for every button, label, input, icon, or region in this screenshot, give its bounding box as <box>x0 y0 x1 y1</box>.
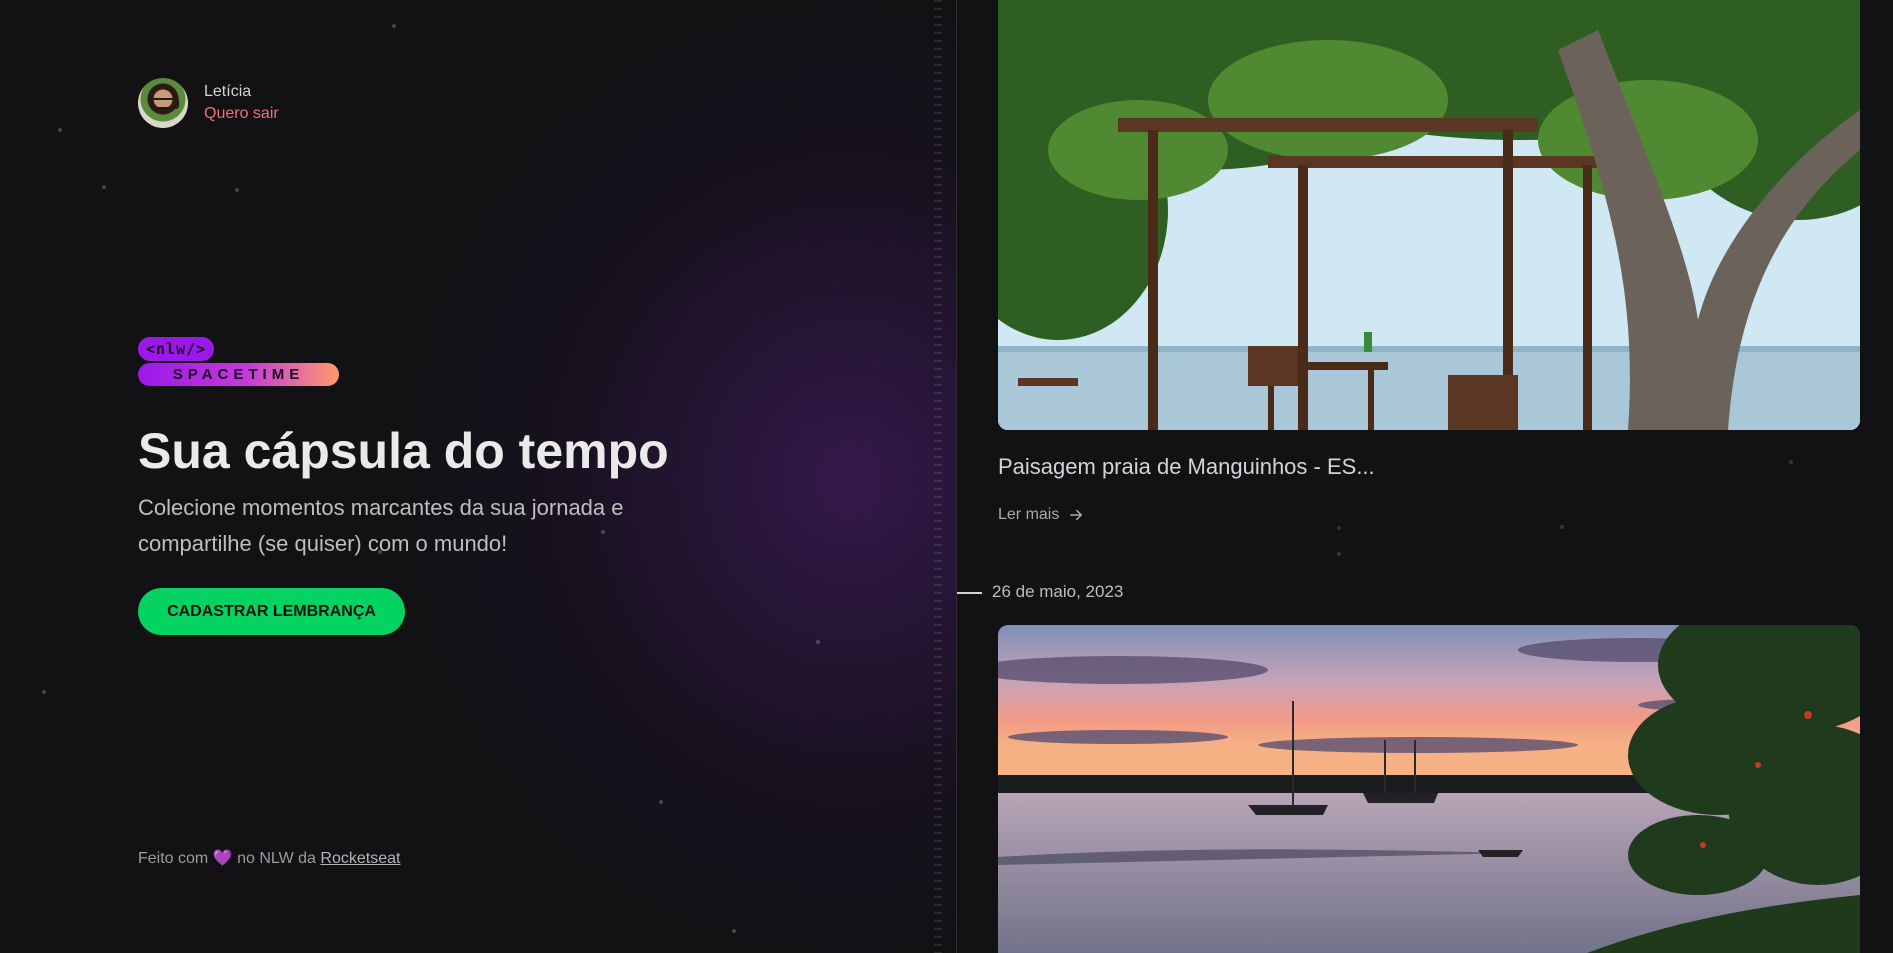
ruler-stripe <box>934 0 942 953</box>
memories-timeline[interactable]: Paisagem praia de Manguinhos - ES... Ler… <box>957 0 1893 953</box>
page-title: Sua cápsula do tempo <box>138 423 669 479</box>
user-name: Letícia <box>204 83 252 100</box>
beach-pergola-photo <box>998 0 1860 430</box>
memory-image-sunset[interactable] <box>998 625 1860 953</box>
user-text: Letícia Quero sair <box>204 83 279 123</box>
logo-wordmark: SPACETIME <box>138 363 339 386</box>
avatar[interactable] <box>138 78 188 128</box>
footer-middle: no NLW da <box>237 850 316 867</box>
sunset-sailboats-photo <box>998 625 1860 953</box>
nlw-spacetime-logo: <nlw/> SPACETIME <box>138 337 339 386</box>
hero-description: Colecione momentos marcantes da sua jorn… <box>138 495 624 556</box>
footer: Feito com 💜 no NLW da Rocketseat <box>138 848 400 868</box>
left-panel: Letícia Quero sair <nlw/> SPACETIME Sua … <box>0 0 957 953</box>
app-root: Letícia Quero sair <nlw/> SPACETIME Sua … <box>0 0 1893 953</box>
read-more-link[interactable]: Ler mais <box>998 506 1085 524</box>
logo-tag: <nlw/> <box>138 337 215 361</box>
logout-link[interactable]: Quero sair <box>204 105 279 123</box>
memory-image-beach[interactable] <box>998 0 1860 430</box>
arrow-right-icon <box>1070 509 1083 521</box>
memory-caption: Paisagem praia de Manguinhos - ES... <box>998 454 1375 479</box>
read-more-label: Ler mais <box>998 506 1060 523</box>
memory-date: 26 de maio, 2023 <box>992 582 1124 601</box>
footer-prefix: Feito com <box>138 850 209 867</box>
rocketseat-link[interactable]: Rocketseat <box>320 850 400 867</box>
new-memory-button[interactable]: CADASTRAR LEMBRANÇA <box>138 588 405 635</box>
timeline-marker <box>957 592 982 594</box>
user-profile: Letícia Quero sair <box>138 78 279 128</box>
heart-icon: 💜 <box>212 850 233 867</box>
